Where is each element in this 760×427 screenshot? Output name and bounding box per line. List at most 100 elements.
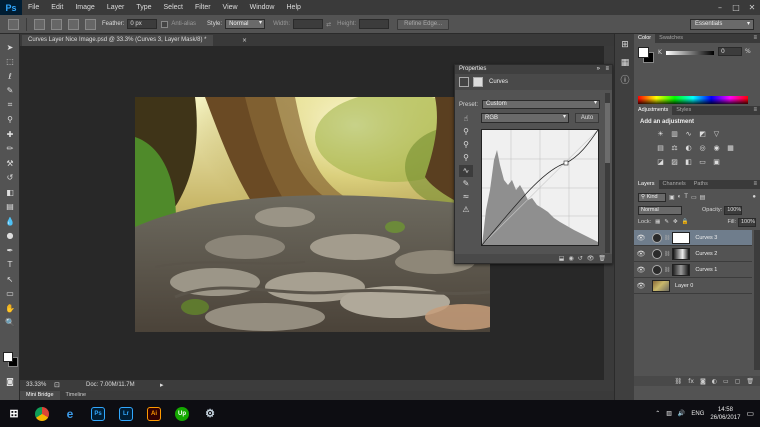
menu-help[interactable]: Help <box>281 0 307 15</box>
new-layer-icon[interactable]: ▢ <box>735 378 741 385</box>
kind-select[interactable]: ⚲ Kind <box>638 192 666 202</box>
status-export-icon[interactable]: ⊡ <box>54 381 60 389</box>
layer-row-curves-2[interactable]: 👁 ⛓ Curves 2 <box>634 246 752 262</box>
tab-adjustments[interactable]: Adjustments <box>634 106 673 115</box>
steam-icon[interactable]: ⚙ <box>200 404 220 424</box>
layer-row-curves-3[interactable]: 👁 ⛓ Curves 3 <box>634 230 752 246</box>
shape-tool-icon[interactable]: ▭ <box>0 287 20 302</box>
add-mask-icon[interactable]: ◙ <box>700 378 706 385</box>
layer-mask-thumbnail[interactable] <box>672 247 691 260</box>
path-select-tool-icon[interactable]: ↖ <box>0 272 20 287</box>
add-selection-icon[interactable] <box>51 18 62 30</box>
eyedropper-tool-icon[interactable]: ⚲ <box>0 113 20 128</box>
language-indicator[interactable]: ENG <box>691 411 704 417</box>
zoom-level[interactable]: 33.33% <box>26 382 46 388</box>
blur-tool-icon[interactable]: 💧 <box>0 214 20 229</box>
color-swatches[interactable] <box>3 352 19 368</box>
blend-mode-select[interactable]: Normal <box>638 205 682 215</box>
opacity-input[interactable]: 100% <box>724 205 743 215</box>
menu-file[interactable]: File <box>22 0 45 15</box>
lightroom-taskbar-icon[interactable]: Lr <box>119 406 133 421</box>
chrome-icon[interactable] <box>35 406 49 421</box>
marquee-tool-icon[interactable] <box>8 18 19 30</box>
photoshop-taskbar-icon[interactable]: Ps <box>91 406 105 421</box>
visibility-icon[interactable]: 👁 <box>587 255 595 262</box>
lock-pixels-icon[interactable]: ✎ <box>664 219 669 225</box>
preset-select[interactable]: Custom <box>482 100 601 109</box>
eye-icon[interactable]: 👁 <box>634 266 648 274</box>
minimize-icon[interactable]: – <box>712 0 728 15</box>
brush-tool-icon[interactable]: ✏ <box>0 142 20 157</box>
color-spectrum[interactable] <box>638 96 748 104</box>
eye-icon[interactable]: 👁 <box>634 250 648 258</box>
hand-tool-icon[interactable]: ✋ <box>0 301 20 316</box>
layer-mask-thumbnail[interactable] <box>672 263 691 276</box>
notifications-icon[interactable]: ▭ <box>746 409 754 418</box>
dodge-tool-icon[interactable]: ● <box>0 229 20 244</box>
selective-color-icon[interactable]: ▣ <box>712 158 721 167</box>
tab-timeline[interactable]: Timeline <box>60 391 93 400</box>
illustrator-taskbar-icon[interactable]: Ai <box>147 406 161 421</box>
curve-point-icon[interactable]: ∿ <box>459 165 473 177</box>
healing-brush-tool-icon[interactable]: ✚ <box>0 127 20 142</box>
menu-select[interactable]: Select <box>158 0 189 15</box>
fx-icon[interactable]: fx <box>688 378 694 385</box>
tab-styles[interactable]: Styles <box>672 106 695 115</box>
properties-icon[interactable]: ▦ <box>617 56 633 70</box>
layer-thumbnail[interactable] <box>652 279 670 292</box>
tab-mini-bridge[interactable]: Mini Bridge <box>20 391 60 400</box>
channel-mixer-icon[interactable]: ◉ <box>712 144 721 153</box>
marquee-tool-icon[interactable]: ⬚ <box>0 55 20 70</box>
close-icon[interactable]: ✕ <box>744 0 760 15</box>
history-icon[interactable]: ⊞ <box>617 38 633 52</box>
filter-pixel-icon[interactable]: ▣ <box>669 194 675 201</box>
threshold-icon[interactable]: ◧ <box>684 158 693 167</box>
link-layers-icon[interactable]: ⛓ <box>675 378 683 385</box>
workspace-select[interactable]: Essentials <box>690 19 754 30</box>
height-input[interactable] <box>359 19 390 29</box>
white-point-eyedropper-icon[interactable]: ⚲ <box>459 152 473 164</box>
swap-icon[interactable]: ⇄ <box>326 21 331 28</box>
panel-menu-icon[interactable]: ≡ <box>753 180 757 189</box>
view-previous-icon[interactable]: ◉ <box>568 255 573 262</box>
foreground-color-swatch[interactable] <box>638 47 649 58</box>
layer-row-layer-0[interactable]: 👁 Layer 0 <box>634 278 752 294</box>
eraser-tool-icon[interactable]: ◧ <box>0 185 20 200</box>
menu-window[interactable]: Window <box>244 0 281 15</box>
crop-tool-icon[interactable]: ⌗ <box>0 98 20 113</box>
k-value-input[interactable]: 0 <box>718 47 742 56</box>
tab-layers[interactable]: Layers <box>634 180 659 189</box>
layer-name[interactable]: Curves 1 <box>695 267 717 273</box>
color-balance-icon[interactable]: ⚖ <box>670 144 679 153</box>
lock-position-icon[interactable]: ✥ <box>673 219 678 225</box>
gray-point-eyedropper-icon[interactable]: ⚲ <box>459 139 473 151</box>
trash-icon[interactable]: 🗑 <box>598 255 606 262</box>
brightness-contrast-icon[interactable]: ☀ <box>656 130 665 139</box>
color-lookup-icon[interactable]: ▦ <box>726 144 735 153</box>
clip-to-layer-icon[interactable]: ⬓ <box>559 255 565 262</box>
refine-edge-button[interactable]: Refine Edge... <box>397 18 450 30</box>
lock-transparent-icon[interactable]: ▦ <box>655 219 660 225</box>
scrollbar-thumb[interactable] <box>605 103 610 163</box>
windows-start-icon[interactable]: ⊞ <box>4 404 24 424</box>
panel-menu-icon[interactable]: ≡ <box>605 65 609 74</box>
smooth-curve-icon[interactable]: ≈ <box>459 191 473 203</box>
eye-icon[interactable]: 👁 <box>634 282 648 290</box>
lasso-tool-icon[interactable]: ℓ <box>0 69 20 84</box>
chevron-up-icon[interactable]: ⌃ <box>655 410 660 417</box>
posterize-icon[interactable]: ▨ <box>670 158 679 167</box>
filter-smart-object-icon[interactable]: ▤ <box>700 194 706 201</box>
curves-adj-icon[interactable]: ∿ <box>684 130 693 139</box>
link-icon[interactable]: ⛓ <box>664 267 670 273</box>
foreground-color-swatch[interactable] <box>3 352 13 362</box>
move-tool-icon[interactable]: ➤ <box>0 40 20 55</box>
k-slider[interactable] <box>666 51 714 55</box>
filter-shape-icon[interactable]: ▭ <box>691 194 697 201</box>
menu-view[interactable]: View <box>217 0 244 15</box>
width-input[interactable] <box>293 19 324 29</box>
targeted-adjustment-icon[interactable]: ☝ <box>459 113 473 125</box>
lock-all-icon[interactable]: 🔒 <box>682 219 689 225</box>
levels-icon[interactable]: ▥ <box>670 130 679 139</box>
network-icon[interactable]: ▥ <box>666 410 672 417</box>
clone-stamp-tool-icon[interactable]: ⚒ <box>0 156 20 171</box>
